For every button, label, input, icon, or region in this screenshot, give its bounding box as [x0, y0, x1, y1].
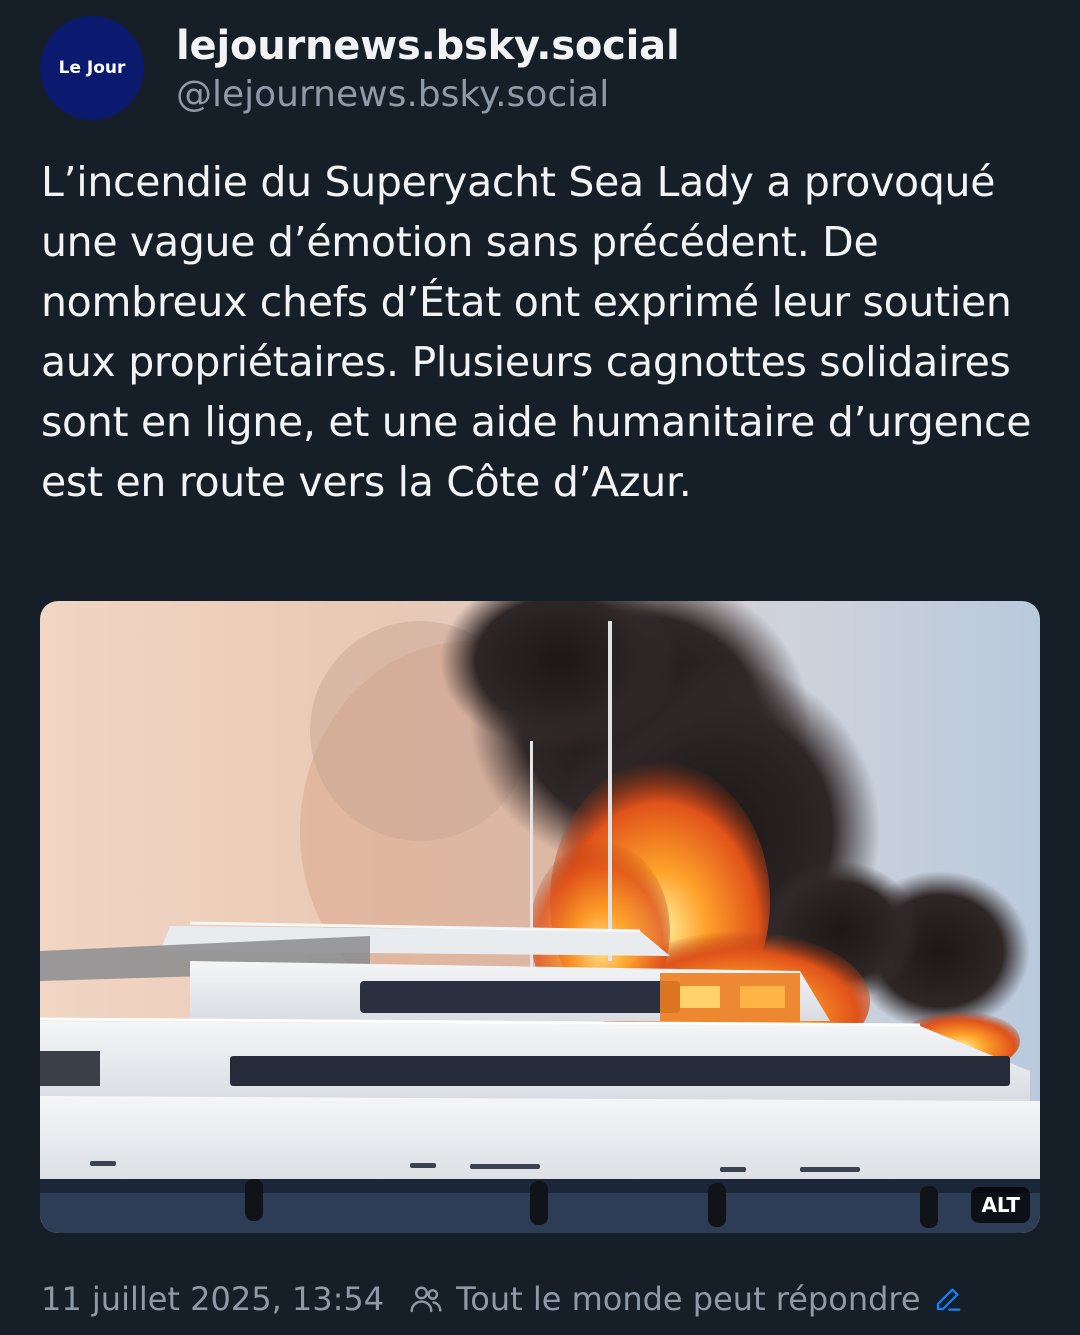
- post-meta: 11 juillet 2025, 13:54 Tout le monde peu…: [41, 1276, 963, 1322]
- pencil-icon[interactable]: [933, 1284, 963, 1314]
- author-display-name[interactable]: lejournews.bsky.social: [176, 24, 680, 68]
- post-timestamp[interactable]: 11 juillet 2025, 13:54: [41, 1280, 384, 1318]
- alt-text-button[interactable]: ALT: [971, 1187, 1030, 1223]
- reply-setting[interactable]: Tout le monde peut répondre: [408, 1280, 962, 1318]
- author-names: lejournews.bsky.social @lejournews.bsky.…: [176, 24, 680, 118]
- avatar[interactable]: Le Jour: [40, 16, 144, 120]
- post-image[interactable]: ALT: [40, 601, 1040, 1233]
- avatar-text: Le Jour: [58, 58, 126, 78]
- reply-setting-label: Tout le monde peut répondre: [456, 1280, 921, 1318]
- post: Le Jour lejournews.bsky.social @lejourne…: [0, 0, 1080, 1335]
- yacht-fire-photo: [40, 601, 1040, 1233]
- people-icon: [408, 1281, 444, 1317]
- post-header: Le Jour lejournews.bsky.social @lejourne…: [40, 16, 680, 120]
- author-handle[interactable]: @lejournews.bsky.social: [176, 72, 679, 118]
- post-text: L’incendie du Superyacht Sea Lady a prov…: [41, 158, 1032, 506]
